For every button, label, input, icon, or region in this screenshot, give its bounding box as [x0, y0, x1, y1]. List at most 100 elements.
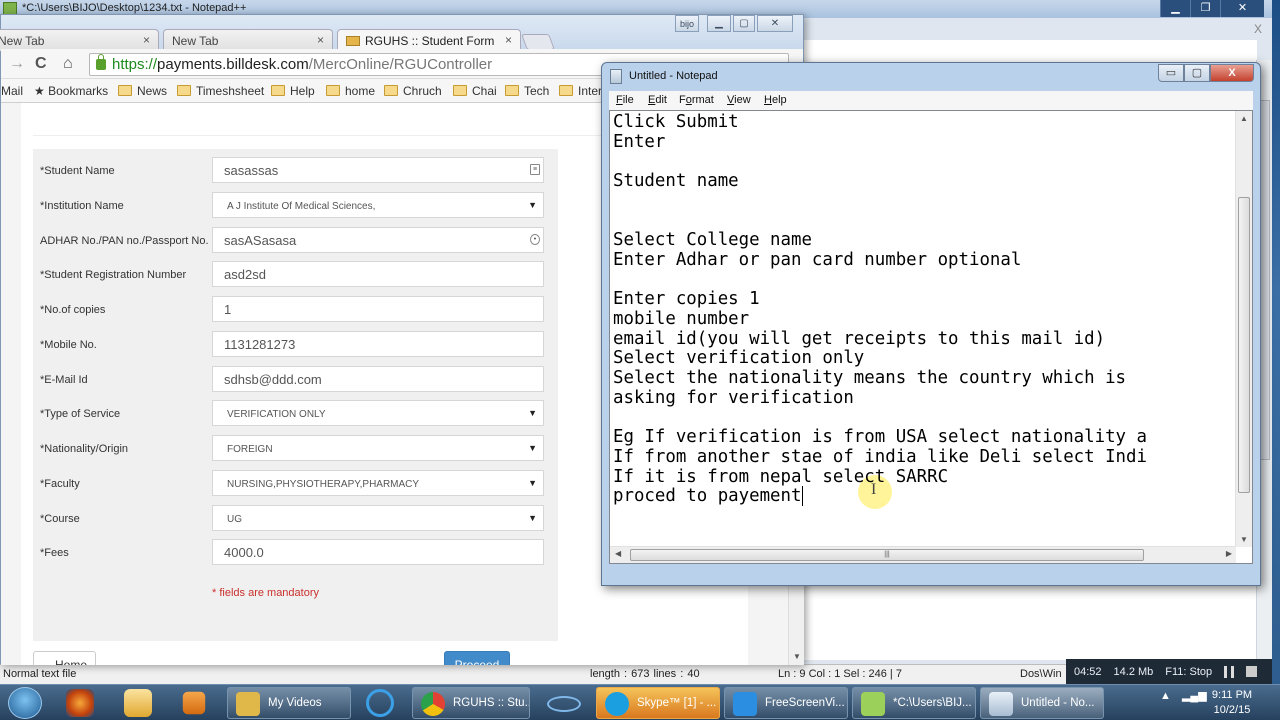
- pause-icon[interactable]: [1224, 665, 1235, 678]
- input-fees[interactable]: 4000.0: [212, 539, 544, 566]
- input-adhar-no-pan-no-passport-no[interactable]: sasASasasa •: [212, 226, 544, 253]
- menu-help[interactable]: Help: [764, 94, 787, 106]
- input-mobile-no[interactable]: 1131281273: [212, 330, 544, 357]
- close-button[interactable]: ✕: [1220, 0, 1264, 17]
- dropdown-arrow-icon[interactable]: ▼: [528, 513, 537, 523]
- menu-format[interactable]: Format: [679, 94, 714, 106]
- input-student-registration-number[interactable]: asd2sd: [212, 261, 544, 288]
- dropdown-arrow-icon[interactable]: ▼: [528, 443, 537, 453]
- bookmark-news[interactable]: News: [118, 84, 167, 98]
- taskbar-freescreen[interactable]: FreeScreenVi...: [724, 687, 848, 719]
- notepad-text[interactable]: Click Submit Enter Student name Select C…: [613, 112, 1147, 507]
- minimize-button[interactable]: ▭: [1158, 64, 1184, 82]
- bookmark-timeshsheet[interactable]: Timeshsheet: [177, 84, 264, 98]
- profile-badge[interactable]: bijo: [675, 15, 699, 32]
- scroll-right-icon[interactable]: ▶: [1226, 549, 1232, 558]
- tab-student-form[interactable]: RGUHS :: Student Form ×: [337, 29, 521, 51]
- input-student-name[interactable]: sasassas ≡: [212, 157, 544, 183]
- bookmark-label: home: [345, 84, 376, 98]
- input-no-of-copies[interactable]: 1: [212, 296, 544, 322]
- close-tab-icon[interactable]: ×: [143, 33, 150, 47]
- dropdown-arrow-icon[interactable]: ▼: [528, 408, 537, 418]
- folder-icon: [559, 85, 573, 96]
- bookmark-bookmarks[interactable]: ★ Bookmarks: [34, 84, 108, 98]
- signal-icon[interactable]: ▂▄▆: [1182, 690, 1207, 702]
- select-type-of-service[interactable]: VERIFICATION ONLY ▼: [212, 400, 544, 427]
- field-label: *No.of copies: [40, 304, 106, 316]
- menu-file[interactable]: File: [616, 94, 634, 106]
- close-tab-icon[interactable]: ×: [505, 33, 512, 47]
- file-type: Normal text file: [3, 668, 77, 680]
- notepad-icon: [610, 69, 622, 84]
- taskbar-skype[interactable]: Skype™ [1] - ...: [596, 687, 720, 719]
- contact-card-icon[interactable]: ≡: [530, 164, 540, 175]
- restore-button[interactable]: ❐: [1190, 0, 1220, 17]
- scroll-up-icon[interactable]: ▲: [1240, 114, 1248, 123]
- bookmark-inter[interactable]: Inter: [559, 84, 602, 98]
- proceed-button[interactable]: Proceed: [444, 651, 510, 665]
- system-tray: ▲ ▂▄▆: [1160, 689, 1207, 702]
- show-hidden-icons[interactable]: ▲: [1160, 690, 1171, 702]
- media-player-icon[interactable]: [182, 691, 206, 715]
- select-institution-name[interactable]: A J Institute Of Medical Sciences, ▼: [212, 191, 544, 218]
- bookmark-home[interactable]: home: [326, 84, 375, 98]
- taskbar-notepad[interactable]: Untitled - No...: [980, 687, 1104, 719]
- bookmark-label: Chai: [472, 84, 497, 98]
- home-button[interactable]: ←Home: [33, 651, 96, 665]
- ie-icon[interactable]: [366, 689, 394, 717]
- bookmark-help[interactable]: Help: [271, 84, 315, 98]
- scroll-down-icon[interactable]: ▼: [793, 652, 801, 661]
- menu-edit[interactable]: Edit: [648, 94, 667, 106]
- close-tab-icon[interactable]: ×: [317, 33, 324, 47]
- folder-icon: [326, 85, 340, 96]
- taskbar-my-videos[interactable]: My Videos: [227, 687, 351, 719]
- dropdown-arrow-icon[interactable]: ▼: [528, 200, 537, 210]
- bookmark-mail[interactable]: Mail: [1, 84, 23, 98]
- scrollbar-thumb[interactable]: |||: [630, 549, 1144, 561]
- maximize-button[interactable]: ▢: [1184, 64, 1210, 82]
- notepad-text-area[interactable]: Click Submit Enter Student name Select C…: [609, 110, 1253, 564]
- notepadpp-title: *C:\Users\BIJO\Desktop\1234.txt - Notepa…: [22, 2, 247, 14]
- close-button[interactable]: X: [1210, 64, 1254, 82]
- tab-new-2[interactable]: New Tab ×: [163, 29, 333, 51]
- stop-icon[interactable]: [1246, 666, 1258, 677]
- recording-hotkey[interactable]: F11: Stop: [1165, 666, 1212, 678]
- select-course[interactable]: UG ▼: [212, 504, 544, 531]
- tab-new-1[interactable]: New Tab ×: [0, 29, 159, 51]
- home-icon[interactable]: ⌂: [63, 55, 73, 73]
- select-nationality-origin[interactable]: FOREIGN ▼: [212, 435, 544, 461]
- forward-icon[interactable]: →: [9, 55, 25, 73]
- new-tab-button[interactable]: [521, 34, 555, 50]
- reload-icon[interactable]: C: [35, 55, 47, 73]
- key-icon[interactable]: •: [530, 233, 540, 245]
- bookmark-chruch[interactable]: Chruch: [384, 84, 442, 98]
- notepad-vertical-scrollbar[interactable]: ▲ ▼: [1235, 111, 1252, 547]
- clock[interactable]: 9:11 PM 10/2/15: [1208, 688, 1256, 718]
- minimize-button[interactable]: ▁: [707, 15, 731, 32]
- input-e-mail-id[interactable]: sdhsb@ddd.com: [212, 365, 544, 392]
- close-button[interactable]: ✕: [757, 15, 793, 32]
- taskbar-notepadpp[interactable]: *C:\Users\BIJ...: [852, 687, 976, 719]
- outlook-icon[interactable]: [124, 689, 152, 717]
- taskbar-chrome[interactable]: RGUHS :: Stu...: [412, 687, 530, 719]
- menu-view[interactable]: View: [727, 94, 751, 106]
- taskbar-label: RGUHS :: Stu...: [453, 697, 530, 709]
- close-tab-icon[interactable]: X: [1254, 22, 1262, 36]
- recorder-bar: 04:52 14.2 Mb F11: Stop: [1066, 659, 1272, 684]
- select-faculty[interactable]: NURSING,PHYSIOTHERAPY,PHARMACY ▼: [212, 469, 544, 496]
- chrome-icon: [421, 692, 445, 716]
- infinity-icon[interactable]: [547, 696, 581, 712]
- student-form: *Student Name sasassas ≡ *Institution Name A…: [33, 149, 558, 641]
- bookmark-tech[interactable]: Tech: [505, 84, 549, 98]
- dropdown-arrow-icon[interactable]: ▼: [528, 478, 537, 488]
- notepad-horizontal-scrollbar[interactable]: ◀ ||| ▶: [610, 546, 1236, 563]
- minimize-button[interactable]: ▁: [1160, 0, 1190, 17]
- firefox-icon[interactable]: [66, 689, 94, 717]
- scrollbar-thumb[interactable]: [1238, 197, 1250, 493]
- scroll-down-icon[interactable]: ▼: [1240, 535, 1248, 544]
- url-domain: payments.billdesk.com: [157, 56, 309, 73]
- start-button[interactable]: [8, 687, 42, 719]
- scroll-left-icon[interactable]: ◀: [615, 549, 621, 558]
- bookmark-chai[interactable]: Chai: [453, 84, 497, 98]
- maximize-button[interactable]: ▢: [733, 15, 755, 32]
